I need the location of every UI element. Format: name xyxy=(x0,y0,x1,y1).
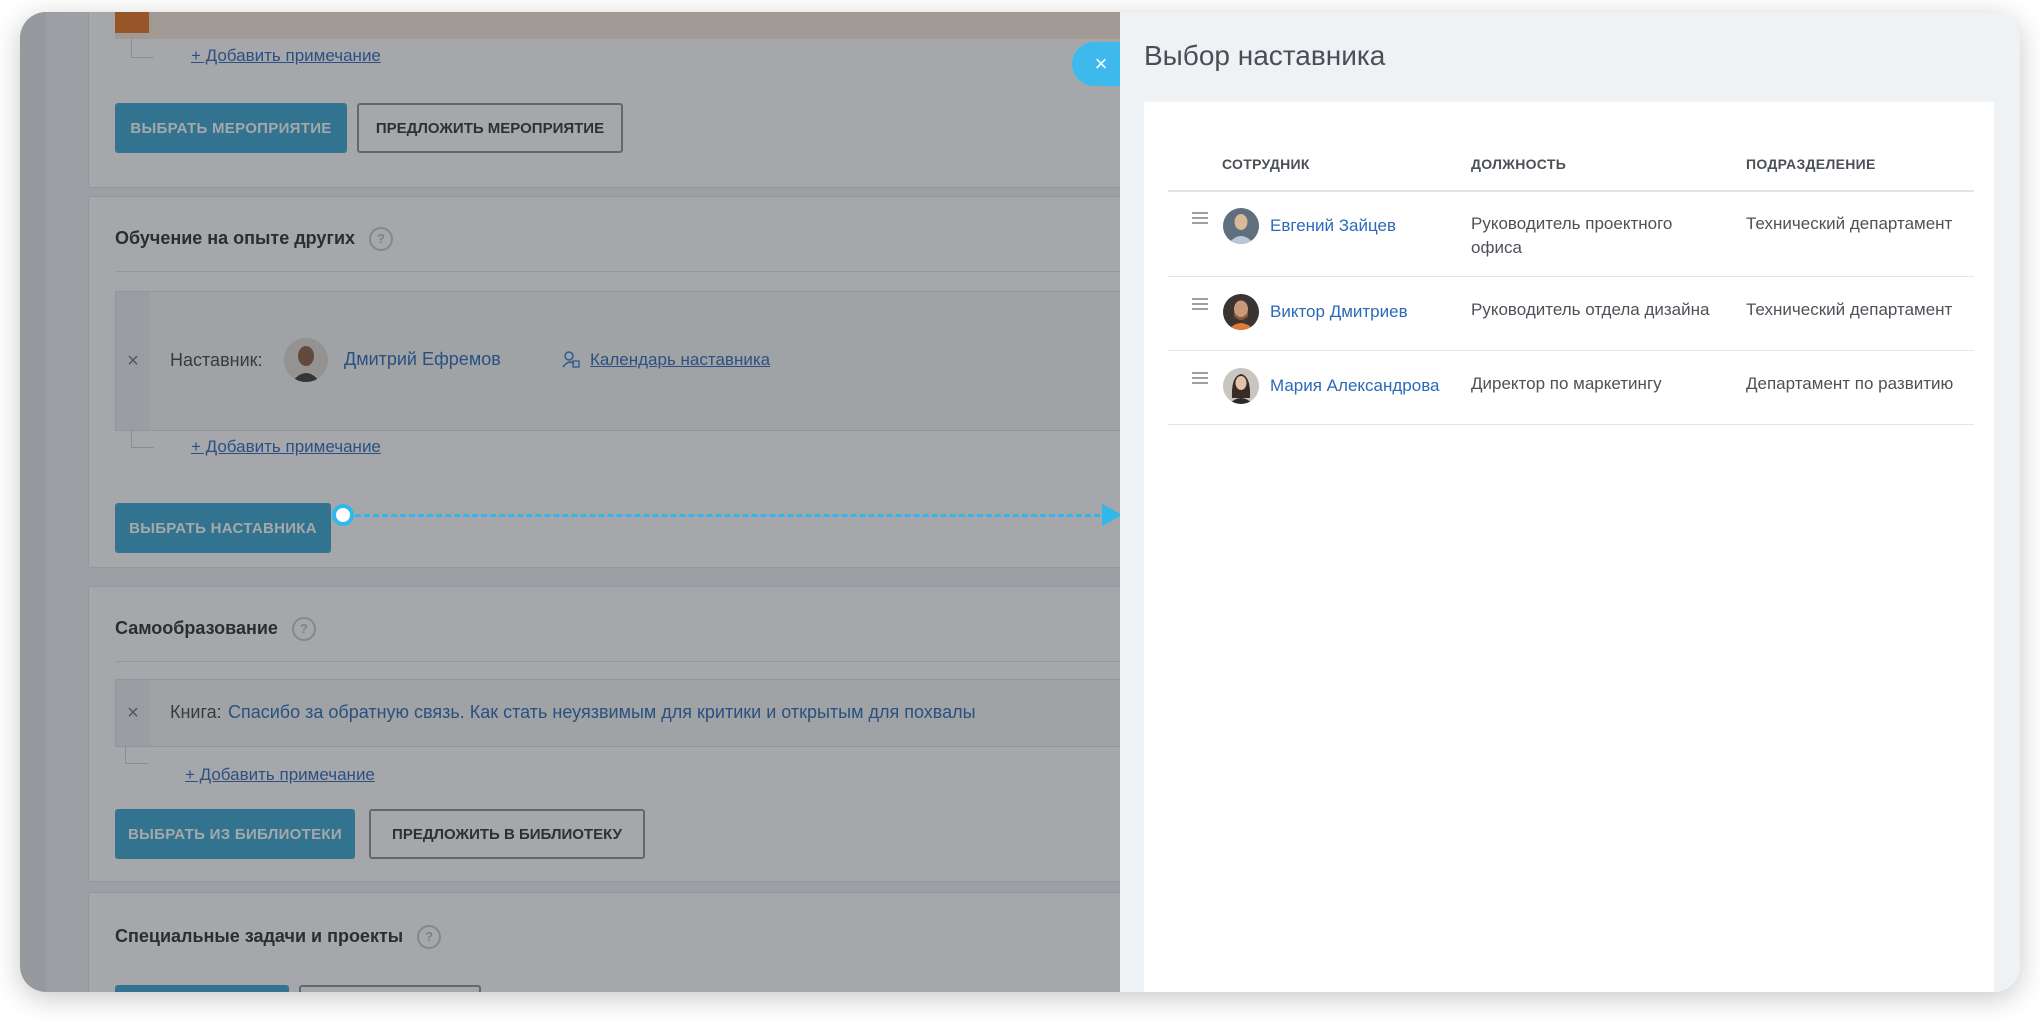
close-panel-button[interactable]: × xyxy=(1072,42,1120,86)
development-plan-page: + Добавить примечание Выбрать мероприяти… xyxy=(20,12,1130,992)
panel-title: Выбор наставника xyxy=(1144,40,1386,71)
drag-handle-icon[interactable] xyxy=(1192,372,1208,384)
avatar-portrait xyxy=(1223,294,1259,330)
avatar xyxy=(1223,208,1259,244)
annotation-arrow-line xyxy=(346,514,1118,517)
mentor-selection-panel: Выбор наставника Сотрудник Должность Под… xyxy=(1120,12,2020,992)
mentor-table: Сотрудник Должность Подразделение Евгени… xyxy=(1144,102,1994,992)
employee-name-link[interactable]: Евгений Зайцев xyxy=(1270,216,1396,236)
column-position[interactable]: Должность xyxy=(1471,156,1566,172)
employee-name-link[interactable]: Виктор Дмитриев xyxy=(1270,302,1408,322)
column-department[interactable]: Подразделение xyxy=(1746,156,1876,172)
avatar xyxy=(1223,368,1259,404)
modal-overlay[interactable] xyxy=(20,12,1120,992)
avatar xyxy=(1223,294,1259,330)
drag-handle-icon[interactable] xyxy=(1192,212,1208,224)
position-line: офиса xyxy=(1471,238,1522,257)
employee-name-link[interactable]: Мария Александрова xyxy=(1270,376,1440,396)
employee-position: Руководитель проектного офиса xyxy=(1471,212,1672,260)
column-employee[interactable]: Сотрудник xyxy=(1222,156,1310,172)
position-line: Руководитель проектного xyxy=(1471,214,1673,233)
table-row[interactable]: Виктор Дмитриев Руководитель отдела диза… xyxy=(1168,276,1974,351)
employee-position: Руководитель отдела дизайна xyxy=(1471,300,1710,319)
table-header: Сотрудник Должность Подразделение xyxy=(1168,146,1974,192)
drag-handle-icon[interactable] xyxy=(1192,298,1208,310)
table-row[interactable]: Мария Александрова Директор по маркетинг… xyxy=(1168,350,1974,425)
employee-department: Департамент по развитию xyxy=(1746,374,1954,393)
app-window: + Добавить примечание Выбрать мероприяти… xyxy=(20,12,2020,992)
avatar-portrait xyxy=(1223,368,1259,404)
employee-department: Технический департамент xyxy=(1746,214,1953,233)
table-row[interactable]: Евгений Зайцев Руководитель проектного о… xyxy=(1168,190,1974,277)
employee-department: Технический департамент xyxy=(1746,300,1953,319)
annotation-arrow-head xyxy=(1102,504,1122,526)
avatar-portrait xyxy=(1223,208,1259,244)
employee-position: Директор по маркетингу xyxy=(1471,374,1662,393)
close-icon: × xyxy=(1094,51,1108,76)
annotation-arrow-start xyxy=(332,504,354,526)
